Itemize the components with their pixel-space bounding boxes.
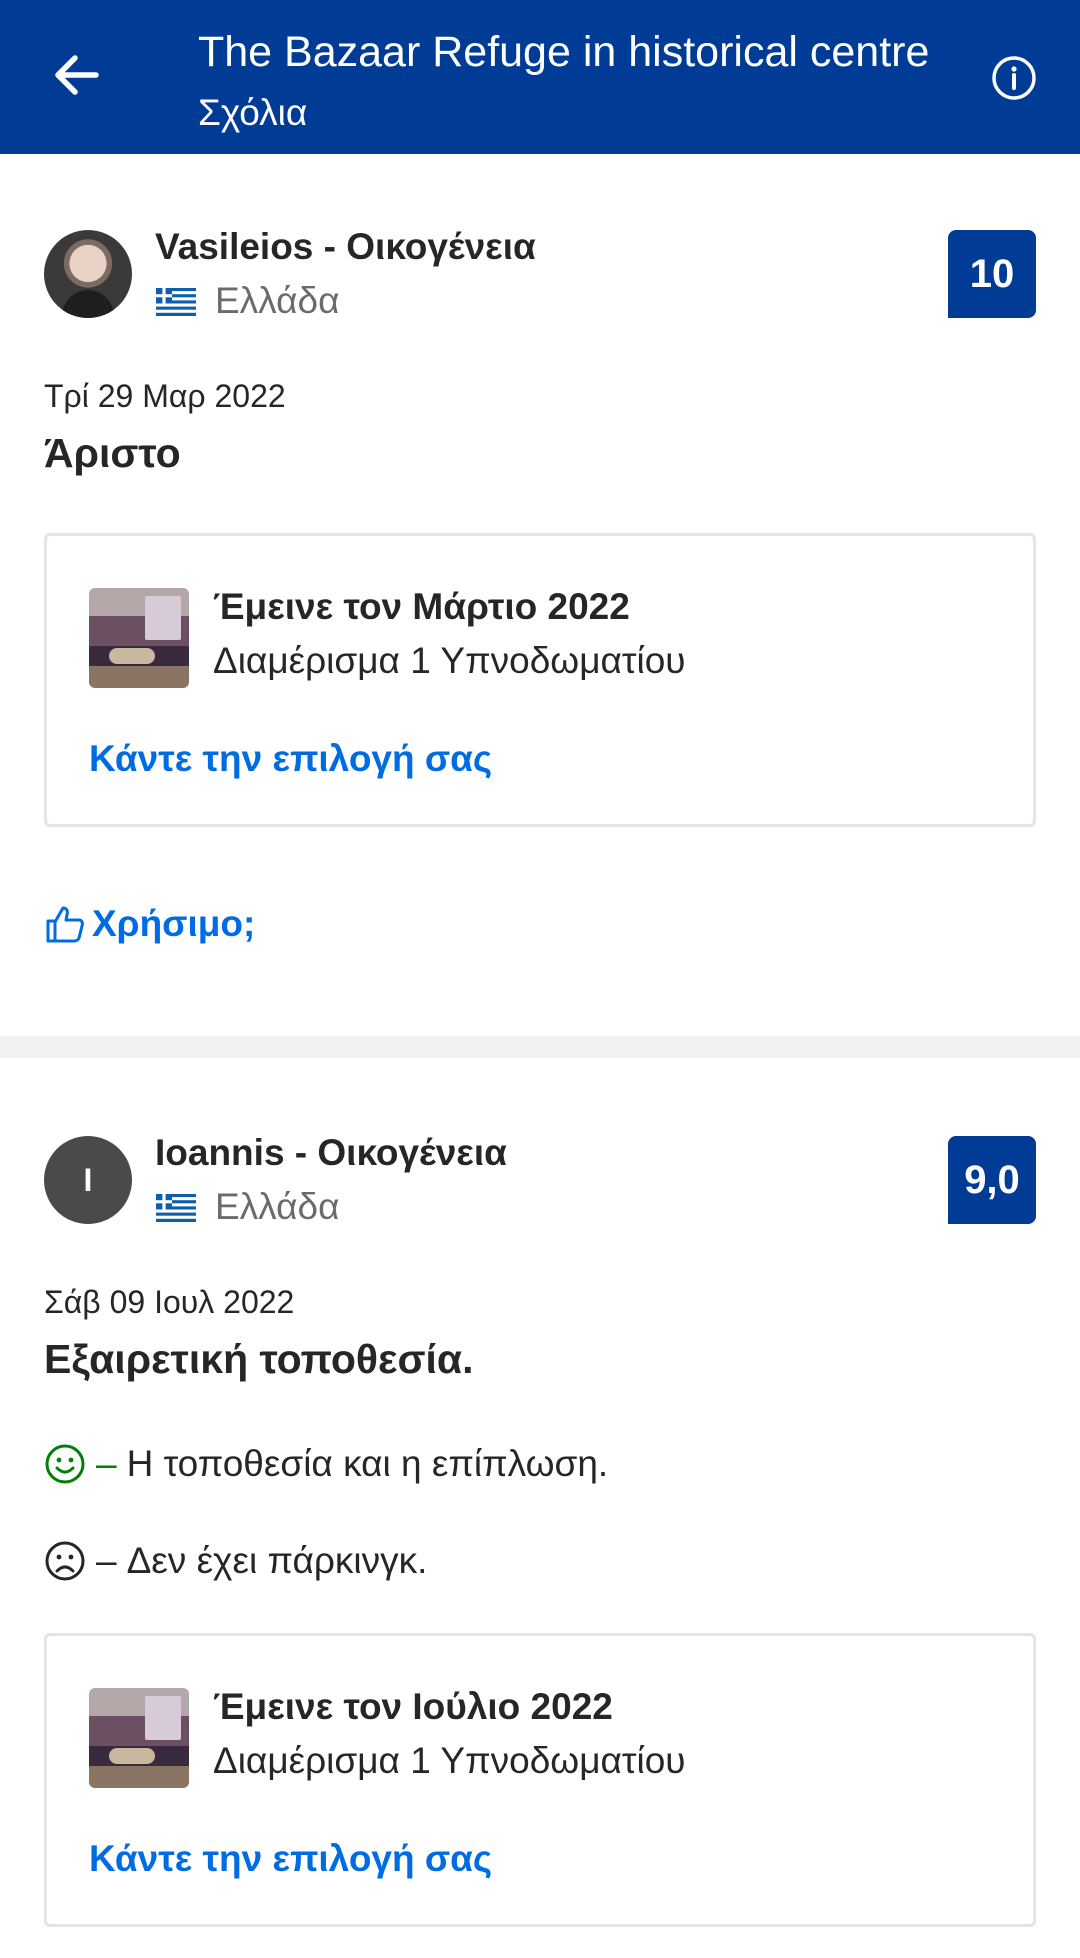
- reviewer-name: Ioannis - Οικογένεια: [155, 1132, 507, 1173]
- greece-flag-icon: [156, 1194, 196, 1222]
- avatar: I: [44, 1136, 132, 1224]
- stay-date: Έμεινε τον Ιούλιο 2022: [213, 1686, 613, 1727]
- negative-text: Δεν έχει πάρκινγκ.: [126, 1540, 428, 1581]
- room-type: Διαμέρισμα 1 Υπνοδωματίου: [213, 1740, 686, 1781]
- negative-dash: –: [96, 1540, 117, 1581]
- positive-comment: – Η τοποθεσία και η επίπλωση.: [44, 1440, 608, 1488]
- positive-text: Η τοποθεσία και η επίπλωση.: [126, 1443, 609, 1484]
- room-thumbnail: [89, 1688, 189, 1788]
- review-card: I Ioannis - Οικογένεια Ελλάδα 9,0 Σάβ 09…: [0, 0, 1080, 1958]
- negative-comment: – Δεν έχει πάρκινγκ.: [44, 1537, 427, 1585]
- frown-icon: [45, 1541, 85, 1581]
- smile-icon: [45, 1444, 85, 1484]
- review-headline: Εξαιρετική τοποθεσία.: [44, 1336, 474, 1382]
- positive-dash: –: [96, 1443, 117, 1484]
- stay-info-card: Έμεινε τον Ιούλιο 2022 Διαμέρισμα 1 Υπνο…: [44, 1633, 1036, 1927]
- score-badge: 9,0: [948, 1136, 1036, 1224]
- review-date: Σάβ 09 Ιουλ 2022: [44, 1284, 295, 1320]
- choose-link[interactable]: Κάντε την επιλογή σας: [89, 1838, 492, 1880]
- reviewer-country: Ελλάδα: [215, 1186, 340, 1227]
